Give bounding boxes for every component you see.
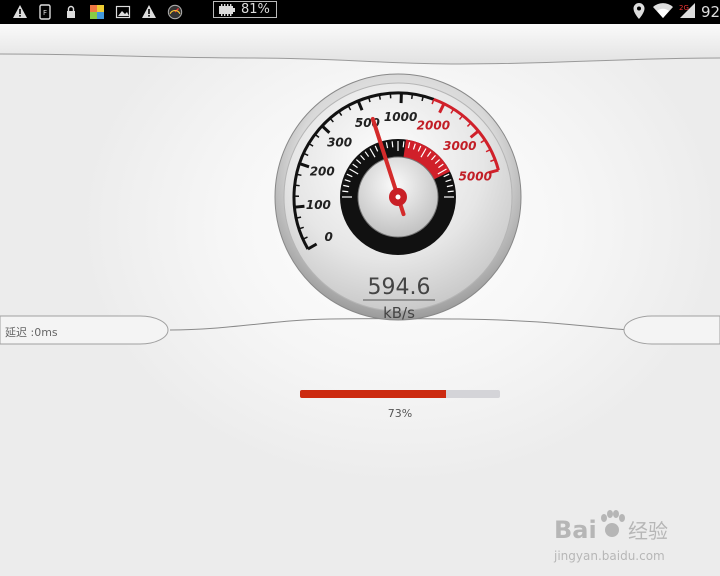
speed-test-screen: 0 100 200 300 500 1000 2000 3000 5000 594.6 kB/s…	[0, 24, 720, 576]
scale-label: 5000	[459, 169, 492, 183]
progress-percent: 73%	[387, 407, 413, 420]
speed-value: 594.6	[368, 275, 431, 300]
right-pill	[623, 315, 720, 345]
minor-tick	[410, 93, 414, 100]
top-band	[0, 24, 720, 64]
gauge-icon	[167, 4, 183, 20]
scale-label: 100	[306, 198, 331, 212]
scale-label: 2000	[417, 118, 450, 132]
battery-percent: 81%	[241, 2, 270, 17]
inner-tick	[342, 190, 349, 193]
watermark-subtitle: 经验	[628, 519, 668, 543]
scale-label: 200	[310, 164, 335, 178]
watermark-url: jingyan.baidu.com	[553, 549, 665, 563]
scale-label: 1000	[384, 110, 417, 124]
latency-label: 延迟 :0ms	[5, 326, 58, 339]
scale-label: 0	[325, 230, 333, 244]
status-bar: F 81% 2G 92	[0, 0, 720, 24]
svg-text:F: F	[43, 9, 47, 17]
needle-hub-center	[395, 194, 401, 200]
clock: 92	[701, 3, 720, 21]
sim-icon: F	[37, 4, 53, 20]
progress-bar	[300, 390, 500, 398]
scale-label: 3000	[443, 139, 476, 153]
image-icon	[115, 4, 131, 20]
app-icon	[89, 4, 105, 20]
signal-icon: 2G	[678, 2, 696, 18]
warning-icon	[12, 4, 28, 20]
warning-icon	[141, 4, 157, 20]
baidu-watermark: Bai 经验 jingyan.baidu.com	[553, 510, 668, 563]
inner-tick	[402, 141, 405, 148]
location-icon	[631, 3, 647, 19]
scale-label: 300	[327, 135, 352, 149]
lock-icon	[63, 4, 79, 20]
wifi-icon	[653, 3, 673, 19]
minor-tick	[296, 173, 302, 177]
svg-text:2G: 2G	[679, 4, 689, 12]
paw-logo	[601, 510, 625, 537]
inner-tick	[391, 141, 394, 148]
minor-tick	[296, 216, 302, 219]
speed-unit: kB/s	[383, 304, 415, 322]
minor-tick	[378, 94, 382, 100]
progress-fill	[300, 390, 446, 398]
inner-tick	[447, 190, 454, 193]
major-tick	[294, 204, 305, 209]
speedometer-gauge: 0100200300500 1000200030005000 594.6 kB/s	[274, 73, 522, 322]
minor-tick	[294, 184, 300, 187]
watermark-brand: Bai	[554, 516, 597, 544]
battery-icon	[219, 4, 235, 16]
